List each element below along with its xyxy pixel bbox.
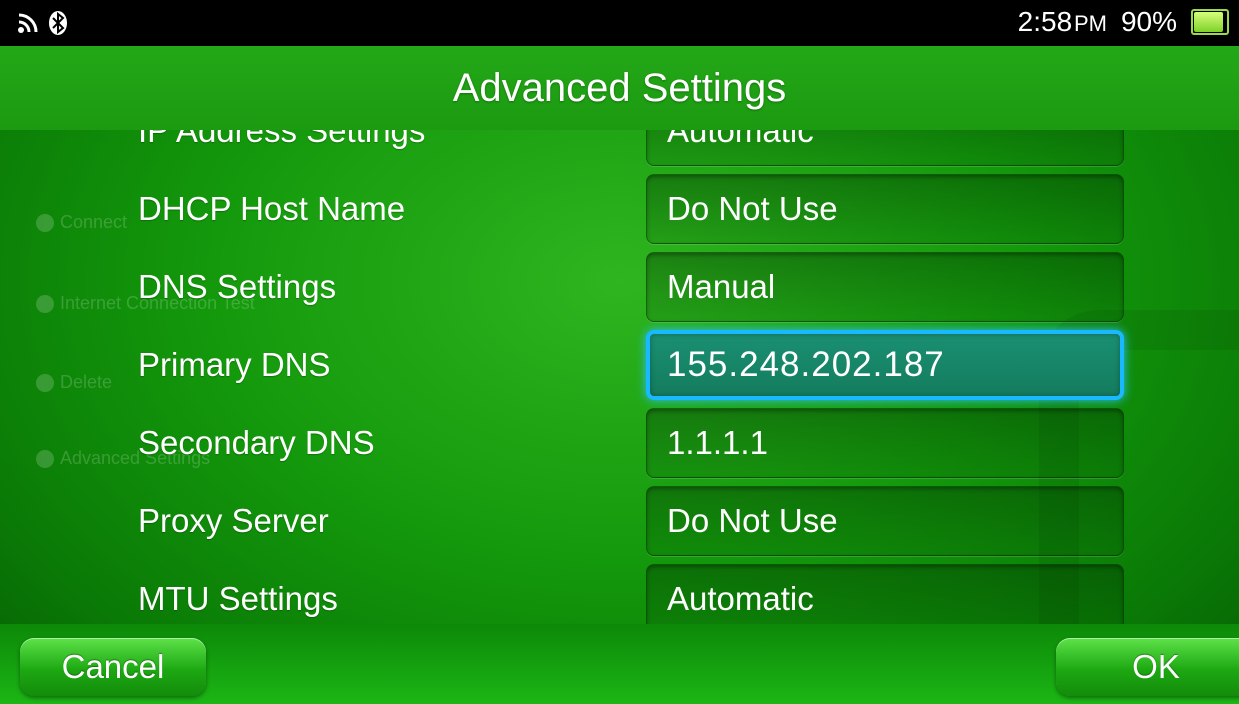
settings-row-dns-settings[interactable]: DNS Settings Manual (0, 248, 1239, 326)
battery-fill (1194, 12, 1223, 32)
setting-value-field[interactable]: Automatic (646, 564, 1124, 624)
settings-list[interactable]: IP Address Settings Automatic DHCP Host … (0, 130, 1239, 624)
status-left (16, 10, 68, 41)
status-bar: 2:58 PM 90% (0, 0, 1239, 46)
primary-dns-field[interactable]: 155.248.202.187 (646, 330, 1124, 400)
setting-value-field[interactable]: Manual (646, 252, 1124, 322)
clock-time: 2:58 (1017, 6, 1073, 37)
bottom-bar: Cancel OK (0, 624, 1239, 704)
setting-label: DNS Settings (138, 268, 337, 305)
screen: 2:58 PM 90% Advanced Settings Connect In… (0, 0, 1239, 704)
settings-row-primary-dns[interactable]: Primary DNS 155.248.202.187 (0, 326, 1239, 404)
settings-row-mtu[interactable]: MTU Settings Automatic (0, 560, 1239, 624)
setting-label: Primary DNS (138, 346, 331, 383)
ok-button[interactable]: OK (1056, 638, 1239, 696)
secondary-dns-field[interactable]: 1.1.1.1 (646, 408, 1124, 478)
cancel-button[interactable]: Cancel (20, 638, 206, 696)
settings-row-ip-address[interactable]: IP Address Settings Automatic (0, 130, 1239, 170)
setting-label: IP Address Settings (138, 130, 426, 149)
battery-percent: 90% (1120, 6, 1177, 37)
page-title: Advanced Settings (0, 46, 1239, 130)
clock-meridiem: PM (1073, 11, 1107, 36)
battery-icon (1191, 9, 1229, 35)
setting-label: Proxy Server (138, 502, 329, 539)
setting-value-field[interactable]: Do Not Use (646, 174, 1124, 244)
bluetooth-icon (48, 10, 68, 41)
setting-label: DHCP Host Name (138, 190, 406, 227)
wifi-icon (16, 11, 40, 40)
settings-row-proxy-server[interactable]: Proxy Server Do Not Use (0, 482, 1239, 560)
setting-value-field[interactable]: Do Not Use (646, 486, 1124, 556)
setting-label: MTU Settings (138, 580, 338, 617)
settings-row-secondary-dns[interactable]: Secondary DNS 1.1.1.1 (0, 404, 1239, 482)
settings-row-dhcp-host-name[interactable]: DHCP Host Name Do Not Use (0, 170, 1239, 248)
setting-value-field[interactable]: Automatic (646, 130, 1124, 166)
status-right: 2:58 PM 90% (1018, 6, 1229, 38)
setting-label: Secondary DNS (138, 424, 375, 461)
